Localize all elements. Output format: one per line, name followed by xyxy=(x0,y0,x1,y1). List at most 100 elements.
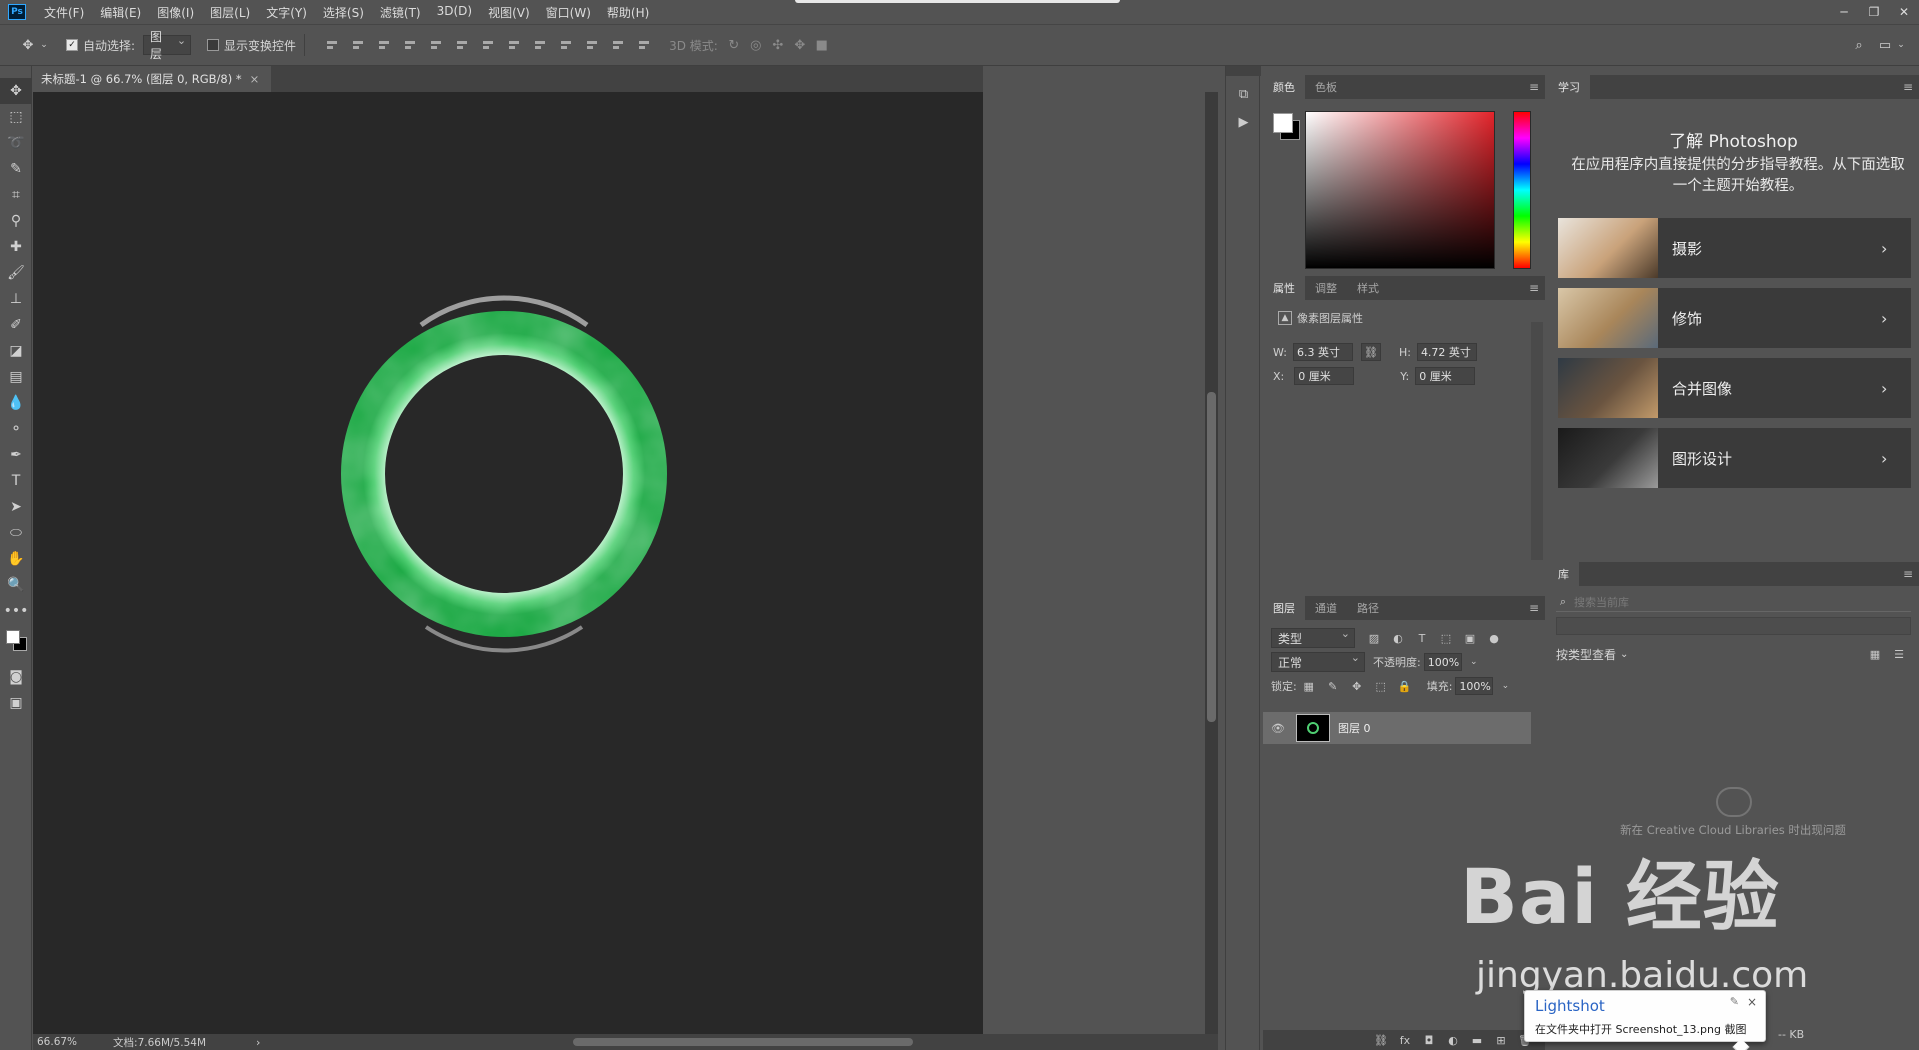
tab-properties[interactable]: 属性 xyxy=(1263,276,1305,300)
horizontal-scroll-thumb[interactable] xyxy=(573,1038,913,1046)
close-window-icon[interactable]: ✕ xyxy=(1889,0,1919,24)
type-tool-icon[interactable]: T xyxy=(0,468,32,494)
hand-tool-icon[interactable]: ✋ xyxy=(0,546,32,572)
slide-3d-icon[interactable]: ✥ xyxy=(792,37,808,53)
workspace-chevron-icon[interactable]: ⌄ xyxy=(1893,37,1909,53)
tab-styles[interactable]: 样式 xyxy=(1347,276,1389,300)
tab-adjustments[interactable]: 调整 xyxy=(1305,276,1347,300)
learn-card-photography[interactable]: 摄影 › xyxy=(1558,218,1911,278)
distribute-hcenter-icon[interactable] xyxy=(585,38,599,52)
fill-field[interactable]: 100% xyxy=(1455,677,1494,695)
distribute-right-icon[interactable] xyxy=(611,38,625,52)
link-dimensions-icon[interactable]: ⛓ xyxy=(1360,343,1381,361)
show-transform-checkbox[interactable] xyxy=(207,39,220,51)
menu-item[interactable]: 文字(Y) xyxy=(258,4,315,21)
filter-smart-object-icon[interactable]: ▣ xyxy=(1463,631,1477,645)
healing-brush-tool-icon[interactable]: ✚ xyxy=(0,234,32,260)
tab-paths[interactable]: 路径 xyxy=(1347,596,1389,620)
blend-mode-dropdown[interactable]: 正常 xyxy=(1271,651,1365,672)
learn-card-combine-images[interactable]: 合并图像 › xyxy=(1558,358,1911,418)
view-chevron-icon[interactable]: ⌄ xyxy=(1620,649,1628,660)
height-field[interactable]: 4.72 英寸 xyxy=(1416,343,1477,361)
tab-layers[interactable]: 图层 xyxy=(1263,596,1305,620)
menu-item[interactable]: 3D(D) xyxy=(429,4,480,21)
add-mask-icon[interactable]: ◘ xyxy=(1422,1033,1436,1047)
align-right-icon[interactable] xyxy=(455,38,469,52)
menu-item[interactable]: 图层(L) xyxy=(202,4,258,21)
lasso-tool-icon[interactable]: ➰ xyxy=(0,130,32,156)
quick-mask-icon[interactable]: ◙ xyxy=(0,664,32,690)
grid-view-icon[interactable]: ▦ xyxy=(1868,647,1882,661)
history-brush-tool-icon[interactable]: ✐ xyxy=(0,312,32,338)
auto-align-icon[interactable] xyxy=(637,38,651,52)
view-by-type-dropdown[interactable]: 按类型查看 xyxy=(1556,646,1616,663)
filter-type-icon[interactable]: T xyxy=(1415,631,1429,645)
blur-tool-icon[interactable]: 💧 xyxy=(0,390,32,416)
close-icon[interactable]: × xyxy=(1747,995,1757,1009)
history-panel-icon[interactable]: ⧉ xyxy=(1226,80,1261,108)
tool-preset-chevron-icon[interactable]: ⌄ xyxy=(36,37,52,53)
move-tool-icon[interactable]: ✥ xyxy=(20,37,36,53)
fx-icon[interactable]: fx xyxy=(1398,1033,1412,1047)
auto-select-checkbox[interactable]: ✓ xyxy=(66,39,78,51)
y-field[interactable]: 0 厘米 xyxy=(1415,367,1476,385)
width-field[interactable]: 6.3 英寸 xyxy=(1292,343,1353,361)
new-layer-icon[interactable]: ⊞ xyxy=(1494,1033,1508,1047)
gradient-tool-icon[interactable]: ▤ xyxy=(0,364,32,390)
brush-tool-icon[interactable]: 🖌 xyxy=(0,260,32,286)
filter-shape-icon[interactable]: ⬚ xyxy=(1439,631,1453,645)
layer-filter-dropdown[interactable]: 类型 xyxy=(1271,627,1355,648)
lock-image-icon[interactable]: ✎ xyxy=(1326,679,1340,693)
path-select-tool-icon[interactable]: ➤ xyxy=(0,494,32,520)
opacity-field[interactable]: 100% xyxy=(1423,653,1462,671)
auto-select-dropdown[interactable]: 图层 xyxy=(143,30,192,61)
canvas[interactable] xyxy=(41,107,983,1034)
vertical-scroll-thumb[interactable] xyxy=(1207,392,1216,722)
lock-position-icon[interactable]: ✥ xyxy=(1350,679,1364,693)
menu-item[interactable]: 视图(V) xyxy=(480,4,538,21)
ellipse-tool-icon[interactable]: ⬭ xyxy=(0,520,32,546)
tab-libraries[interactable]: 库 xyxy=(1548,562,1579,586)
link-layers-icon[interactable]: ⛓ xyxy=(1374,1033,1388,1047)
pan-3d-icon[interactable]: ✣ xyxy=(770,37,786,53)
align-left-icon[interactable] xyxy=(403,38,417,52)
tab-color[interactable]: 颜色 xyxy=(1263,75,1305,99)
orbit-3d-icon[interactable]: ↻ xyxy=(726,37,742,53)
lightshot-notification[interactable]: Lightshot ✎ × 在文件夹中打开 Screenshot_13.png … xyxy=(1524,990,1766,1050)
align-bottom-icon[interactable] xyxy=(377,38,391,52)
minimize-icon[interactable]: ─ xyxy=(1829,0,1859,24)
library-search-input[interactable]: ⌕ 搜索当前库 xyxy=(1556,592,1911,612)
panel-menu-icon[interactable]: ≡ xyxy=(1903,567,1913,581)
lock-artboard-icon[interactable]: ⬚ xyxy=(1374,679,1388,693)
pen-tool-icon[interactable]: ✒ xyxy=(0,442,32,468)
learn-card-retouch[interactable]: 修饰 › xyxy=(1558,288,1911,348)
pin-icon[interactable]: ✎ xyxy=(1730,995,1739,1008)
distribute-top-icon[interactable] xyxy=(481,38,495,52)
tab-channels[interactable]: 通道 xyxy=(1305,596,1347,620)
x-field[interactable]: 0 厘米 xyxy=(1294,367,1355,385)
learn-card-graphic-design[interactable]: 图形设计 › xyxy=(1558,428,1911,488)
zoom-tool-icon[interactable]: 🔍 xyxy=(0,572,32,598)
layer-name[interactable]: 图层 0 xyxy=(1338,720,1371,736)
roll-3d-icon[interactable]: ◎ xyxy=(748,37,764,53)
filter-toggle-icon[interactable]: ● xyxy=(1487,631,1501,645)
foreground-color-swatch[interactable] xyxy=(1273,113,1293,133)
menu-item[interactable]: 帮助(H) xyxy=(599,4,657,21)
scale-3d-icon[interactable]: ■ xyxy=(814,37,830,53)
menu-item[interactable]: 窗口(W) xyxy=(538,4,599,21)
align-vcenter-icon[interactable] xyxy=(351,38,365,52)
panel-menu-icon[interactable]: ≡ xyxy=(1529,601,1539,615)
stamp-tool-icon[interactable]: ⊥ xyxy=(0,286,32,312)
vertical-scrollbar[interactable] xyxy=(1205,92,1218,1034)
dodge-tool-icon[interactable]: ⚬ xyxy=(0,416,32,442)
zoom-level[interactable]: 66.67% xyxy=(37,1036,77,1048)
move-tool-icon[interactable]: ✥ xyxy=(0,78,32,104)
hue-slider[interactable] xyxy=(1513,111,1531,269)
quick-select-tool-icon[interactable]: ✎ xyxy=(0,156,32,182)
align-hcenter-icon[interactable] xyxy=(429,38,443,52)
filter-pixel-icon[interactable]: ▨ xyxy=(1367,631,1381,645)
new-group-icon[interactable]: ▬ xyxy=(1470,1033,1484,1047)
marquee-tool-icon[interactable]: ⬚ xyxy=(0,104,32,130)
eraser-tool-icon[interactable]: ◪ xyxy=(0,338,32,364)
lightshot-message[interactable]: 在文件夹中打开 Screenshot_13.png 截图 xyxy=(1535,1021,1747,1037)
